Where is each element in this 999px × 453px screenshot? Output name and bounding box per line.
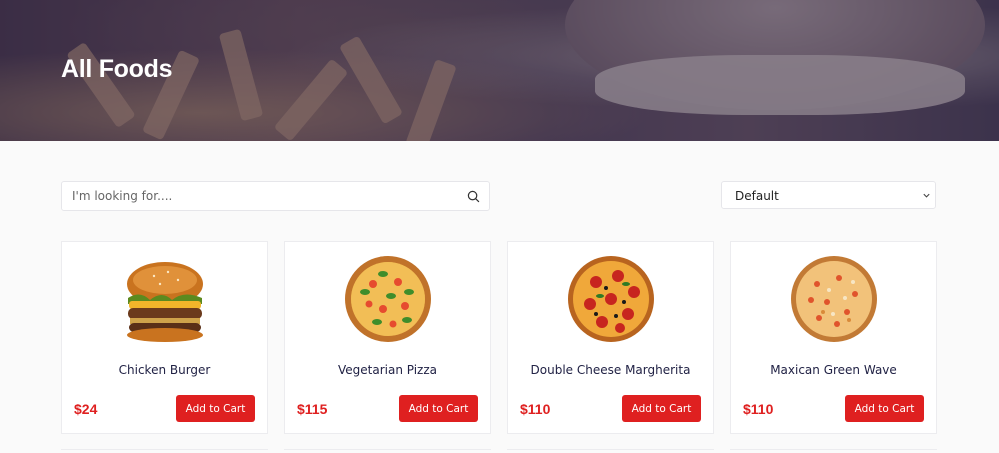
add-to-cart-button[interactable]: Add to Cart [399, 395, 478, 422]
veg-pizza-image [345, 256, 431, 342]
sort-selected-value: Default [735, 189, 779, 203]
chevron-down-icon [923, 193, 930, 198]
product-price: $110 [520, 401, 551, 417]
product-card-next-row [507, 449, 714, 453]
product-card: Double Cheese Margherita $110 Add to Car… [507, 241, 714, 434]
sort-select[interactable]: Default [721, 181, 936, 209]
pepperoni-pizza-image [568, 256, 654, 342]
product-name[interactable]: Double Cheese Margherita [508, 363, 713, 377]
page-title: All Foods [61, 55, 173, 83]
product-card: Vegetarian Pizza $115 Add to Cart [284, 241, 491, 434]
product-card-next-row [61, 449, 268, 453]
hero-banner: All Foods [0, 0, 999, 141]
add-to-cart-button[interactable]: Add to Cart [622, 395, 701, 422]
product-price: $115 [297, 401, 328, 417]
product-card-next-row [284, 449, 491, 453]
green-wave-pizza-image [791, 256, 877, 342]
add-to-cart-button[interactable]: Add to Cart [176, 395, 255, 422]
product-card-next-row [730, 449, 937, 453]
burger-image [127, 262, 203, 342]
product-name[interactable]: Maxican Green Wave [731, 363, 936, 377]
product-price: $110 [743, 401, 774, 417]
search-box [61, 181, 490, 211]
add-to-cart-button[interactable]: Add to Cart [845, 395, 924, 422]
product-card: Maxican Green Wave $110 Add to Cart [730, 241, 937, 434]
product-price: $24 [74, 401, 98, 417]
product-name[interactable]: Chicken Burger [62, 363, 267, 377]
product-name[interactable]: Vegetarian Pizza [285, 363, 490, 377]
search-input[interactable] [62, 182, 452, 210]
product-card: Chicken Burger $24 Add to Cart [61, 241, 268, 434]
search-icon[interactable] [467, 190, 480, 203]
